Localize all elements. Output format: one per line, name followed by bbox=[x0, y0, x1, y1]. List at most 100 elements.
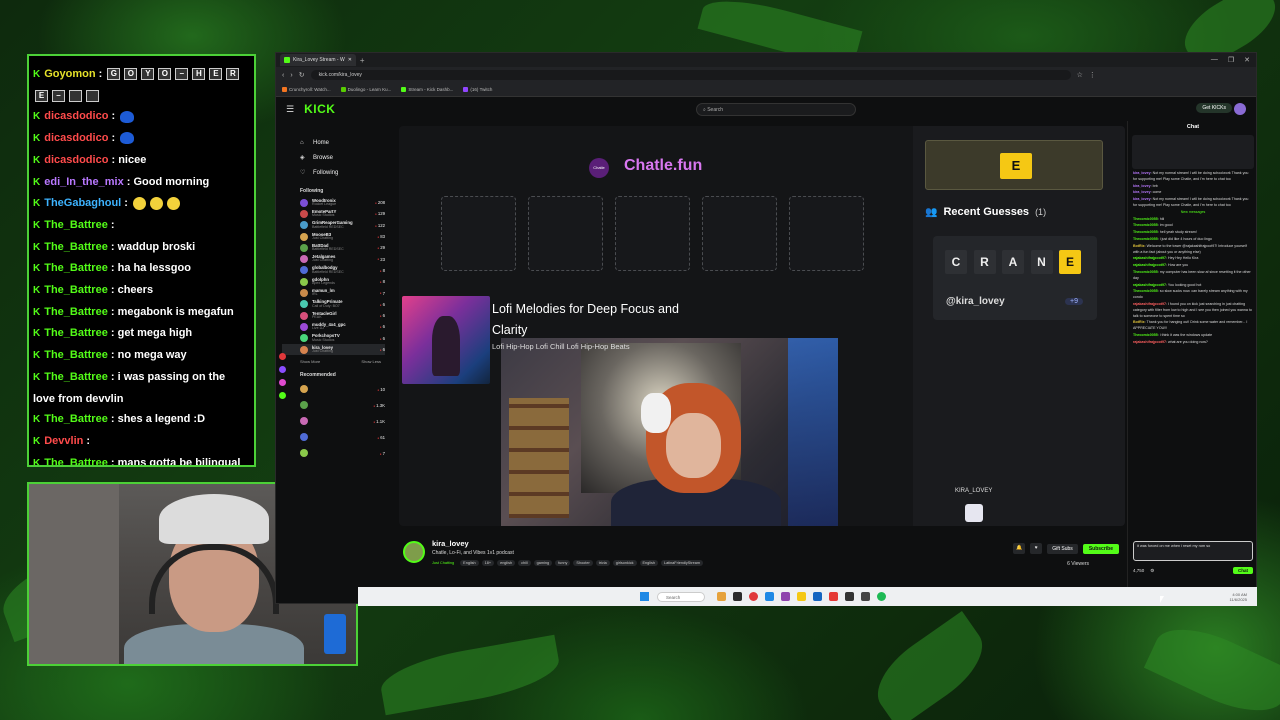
edge-icon[interactable] bbox=[765, 592, 774, 601]
gift-subs-button[interactable]: Gift Subs bbox=[1047, 543, 1078, 554]
recommended-channel[interactable]: 7 bbox=[282, 445, 385, 461]
following-channel[interactable]: GrimReaperGamingBattlefield REDSEC 122 bbox=[282, 220, 385, 231]
following-channel[interactable]: MooseB3Just Chatting 83 bbox=[282, 231, 385, 242]
chat-username[interactable]: Thecomic0055 bbox=[1133, 217, 1158, 221]
spotify-icon[interactable] bbox=[877, 592, 886, 601]
bell-icon[interactable]: 🔔 bbox=[1013, 543, 1026, 554]
sidebar-nav-home[interactable]: ⌂ Home bbox=[282, 135, 385, 150]
stream-tag[interactable]: trivia bbox=[595, 560, 610, 566]
new-tab-icon[interactable]: + bbox=[360, 56, 365, 65]
following-channel[interactable]: EmotePartYMusic Studios 129 bbox=[282, 208, 385, 219]
settings-icon[interactable]: ⚙ bbox=[1150, 568, 1154, 574]
chat-username[interactable]: rajakashifrajpoot97 bbox=[1133, 263, 1166, 267]
chat-username[interactable]: rajakashifrajpoot97 bbox=[1133, 283, 1166, 287]
chat-send-button[interactable]: Chat bbox=[1233, 567, 1253, 574]
following-channel[interactable]: gdolphnApex Legends 8 bbox=[282, 276, 385, 287]
sidebar-nav-browse[interactable]: ◈ Browse bbox=[282, 150, 385, 165]
bookmark-item[interactable]: (16) Twitch bbox=[463, 87, 492, 92]
browser-icon[interactable] bbox=[749, 592, 758, 601]
streamer-avatar[interactable] bbox=[403, 541, 425, 563]
streamer-name[interactable]: kira_lovey bbox=[432, 539, 469, 548]
rail-app-icon[interactable] bbox=[279, 392, 286, 399]
recommended-channel[interactable]: 61 bbox=[282, 429, 385, 445]
star-icon[interactable]: ☆ bbox=[1077, 71, 1083, 79]
chat-username[interactable]: kira_lovey bbox=[1133, 171, 1151, 175]
following-channel[interactable]: BattDadBattlefield REDSEC 29 bbox=[282, 242, 385, 253]
stream-tag[interactable]: Shooter bbox=[573, 560, 593, 566]
subscribe-button[interactable]: Subscribe bbox=[1082, 543, 1119, 554]
chat-username[interactable]: rajakashifrajpoot97 bbox=[1133, 340, 1166, 344]
app-icon[interactable] bbox=[861, 592, 870, 601]
url-field[interactable]: kick.com/kira_lovey bbox=[310, 70, 1071, 80]
stream-tag[interactable]: gaming bbox=[533, 560, 553, 566]
following-channel[interactable]: globalbodgyBattlefield REDSEC 8 bbox=[282, 265, 385, 276]
chat-username[interactable]: BotRix bbox=[1133, 244, 1145, 248]
following-channel[interactable]: muddy_4x4_gpcLive DJ 6 bbox=[282, 321, 385, 332]
stream-tag[interactable]: 18+ bbox=[481, 560, 495, 566]
reload-icon[interactable]: ↻ bbox=[299, 71, 305, 79]
chat-username[interactable]: rajakashifrajpoot97 bbox=[1133, 256, 1166, 260]
file-explorer-icon[interactable] bbox=[717, 592, 726, 601]
stream-tag[interactable]: LatinaFriendlyStream bbox=[660, 560, 704, 566]
chat-username[interactable]: rajakashifrajpoot97 bbox=[1133, 302, 1166, 306]
stream-tag[interactable]: chill bbox=[518, 560, 531, 566]
windows-start-icon[interactable] bbox=[640, 592, 649, 601]
following-channel[interactable]: TentacleGirlPEAK 6 bbox=[282, 310, 385, 321]
bookmark-item[interactable]: Stream - Kick Dashb... bbox=[401, 87, 453, 92]
bookmark-item[interactable]: Crunchyroll: Watch... bbox=[282, 87, 331, 92]
chat-username[interactable]: Thecomic0055 bbox=[1133, 289, 1158, 293]
app-icon[interactable] bbox=[781, 592, 790, 601]
rail-app-icon[interactable] bbox=[279, 366, 286, 373]
sidebar-nav-following[interactable]: ♡ Following bbox=[282, 165, 385, 180]
chat-username[interactable]: Thecomic0055 bbox=[1133, 333, 1158, 337]
close-icon[interactable]: ✕ bbox=[348, 54, 352, 66]
app-icon[interactable] bbox=[733, 592, 742, 601]
chat-username[interactable]: BotRix bbox=[1133, 320, 1145, 324]
maximize-icon[interactable]: ❐ bbox=[1228, 56, 1234, 64]
following-channel[interactable]: TalkingPrimateCall of Duty: BO7 6 bbox=[282, 299, 385, 310]
following-channel[interactable]: kira_loveyJust Chatting 6 bbox=[282, 343, 385, 356]
stream-tag[interactable]: funny bbox=[555, 560, 571, 566]
bookmark-item[interactable]: Duolingo - Learn Ku... bbox=[340, 87, 391, 92]
following-channel[interactable]: JetalgamesJust Chatting 23 bbox=[282, 253, 385, 264]
recommended-channel[interactable]: 1.1K bbox=[282, 413, 385, 429]
rail-app-icon[interactable] bbox=[279, 353, 286, 360]
taskbar-search[interactable]: Search bbox=[657, 591, 705, 602]
extensions-icon[interactable]: ⋮ bbox=[1089, 71, 1096, 79]
stream-tag[interactable]: English bbox=[639, 560, 658, 566]
chat-input[interactable]: it was forced on me when i reset my rom … bbox=[1133, 541, 1253, 561]
user-avatar[interactable] bbox=[1234, 103, 1246, 115]
back-icon[interactable]: ‹ bbox=[282, 72, 284, 79]
category-link[interactable]: Just Chatting bbox=[432, 560, 457, 566]
system-tray[interactable]: 4:00 AM 11/6/2025 bbox=[1230, 592, 1248, 602]
chat-username[interactable]: Thecomic0055 bbox=[1133, 230, 1158, 234]
stream-tag[interactable]: girlsonkick bbox=[612, 560, 637, 566]
stream-tag[interactable]: English bbox=[460, 560, 479, 566]
recommended-channel[interactable]: 1.3K bbox=[282, 397, 385, 413]
chat-username[interactable]: kira_lovey bbox=[1133, 184, 1151, 188]
kick-logo[interactable]: KICK bbox=[304, 102, 335, 116]
recommended-channel[interactable]: 10 bbox=[282, 381, 385, 397]
chat-username[interactable]: Thecomic0055 bbox=[1133, 270, 1158, 274]
stream-tag[interactable]: english bbox=[497, 560, 516, 566]
following-channel[interactable]: WoodtronixRocket League 208 bbox=[282, 197, 385, 208]
heart-icon[interactable]: ♥ bbox=[1030, 543, 1043, 554]
obs-icon[interactable] bbox=[845, 592, 854, 601]
app-icon[interactable] bbox=[813, 592, 822, 601]
channel-points[interactable]: 4,750 bbox=[1133, 568, 1144, 573]
chat-username[interactable]: kira_lovey bbox=[1133, 190, 1151, 194]
get-kicks-button[interactable]: Get KICKs bbox=[1196, 103, 1232, 113]
forward-icon[interactable]: › bbox=[290, 72, 292, 79]
chat-username[interactable]: kira_lovey bbox=[1133, 197, 1151, 201]
rail-app-icon[interactable] bbox=[279, 379, 286, 386]
close-window-icon[interactable]: ✕ bbox=[1244, 56, 1250, 64]
show-less-link[interactable]: Show Less bbox=[361, 359, 381, 364]
following-channel[interactable]: mamun_lmIRL 7 bbox=[282, 287, 385, 298]
stream-player[interactable]: Chatle Chatle.fun Lofi Melodies for Deep… bbox=[399, 126, 1125, 526]
folder-icon[interactable] bbox=[797, 592, 806, 601]
search-input[interactable]: ⌕ Search bbox=[696, 103, 856, 116]
show-more-link[interactable]: Show More bbox=[300, 359, 320, 364]
minimize-icon[interactable]: — bbox=[1211, 56, 1218, 64]
browser-tab[interactable]: Kira_Lovey Stream - W ✕ bbox=[280, 54, 356, 66]
chat-username[interactable]: Thecomic0055 bbox=[1133, 223, 1158, 227]
